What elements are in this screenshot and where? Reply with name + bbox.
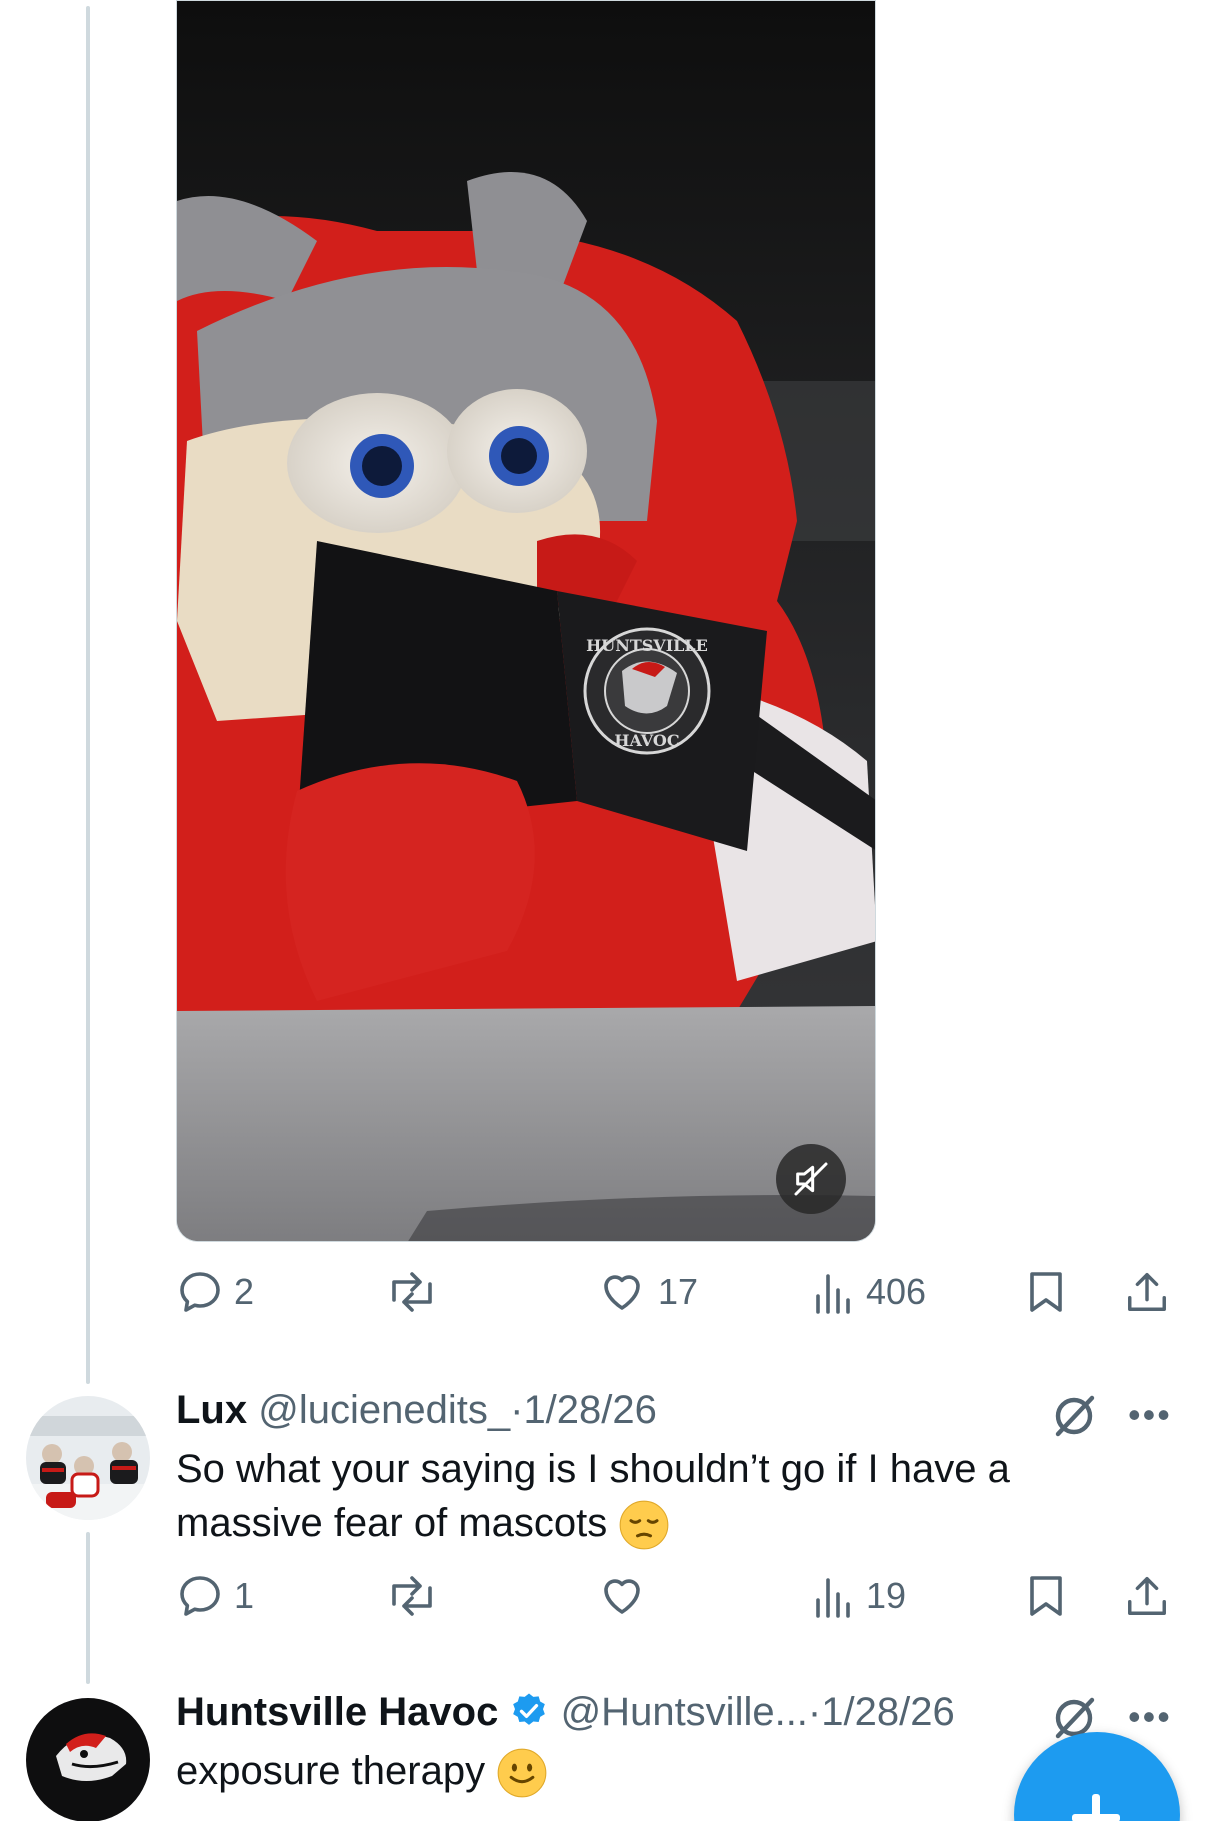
reply-1-handle[interactable]: @lucienedits_ bbox=[258, 1388, 510, 1432]
reply-1-text-line2: massive fear of mascots bbox=[176, 1501, 608, 1545]
mascot-video-frame: HUNTSVILLE HAVOC bbox=[177, 1, 875, 1241]
thread-line-middle bbox=[86, 1532, 90, 1684]
views-icon bbox=[816, 1274, 850, 1314]
havoc-logo-avatar bbox=[26, 1698, 150, 1821]
reply-1-like-action[interactable] bbox=[596, 1566, 648, 1626]
repost-icon bbox=[392, 1272, 432, 1312]
reply-1-actions: 1 19 bbox=[176, 1566, 1176, 1626]
reply-icon bbox=[180, 1576, 220, 1616]
thread-line-top bbox=[86, 6, 90, 1384]
reply-1-share-action[interactable] bbox=[1124, 1566, 1170, 1626]
reply-2-handle[interactable]: @Huntsville... bbox=[561, 1690, 808, 1734]
reply-2-text-content: exposure therapy bbox=[176, 1749, 486, 1793]
reply-1-reply-action[interactable]: 1 bbox=[176, 1566, 254, 1626]
book-logo-bottom: HAVOC bbox=[614, 731, 679, 750]
reply-1-date[interactable]: 1/28/26 bbox=[523, 1388, 656, 1432]
reply-1-reply-count: 1 bbox=[234, 1575, 255, 1616]
pensive-face-emoji bbox=[620, 1501, 669, 1550]
verified-badge-icon bbox=[513, 1693, 546, 1726]
reply-2-text: exposure therapy bbox=[176, 1744, 1076, 1799]
views-icon bbox=[816, 1578, 850, 1618]
bookmark-icon bbox=[1030, 1272, 1062, 1312]
reply-1-header: Lux @lucienedits_·1/28/26 bbox=[176, 1388, 657, 1433]
reply-icon bbox=[180, 1272, 220, 1312]
bookmark-icon bbox=[1030, 1576, 1062, 1616]
tweet-video[interactable]: HUNTSVILLE HAVOC bbox=[176, 0, 876, 1242]
mute-button[interactable] bbox=[776, 1144, 846, 1214]
views-action[interactable]: 406 bbox=[812, 1262, 926, 1322]
more-icon[interactable]: ••• bbox=[1128, 1696, 1172, 1738]
share-icon bbox=[1128, 1273, 1166, 1311]
share-action[interactable] bbox=[1124, 1262, 1170, 1322]
repost-icon bbox=[392, 1576, 432, 1616]
bookmark-action[interactable] bbox=[1024, 1262, 1068, 1322]
views-count: 406 bbox=[866, 1271, 927, 1312]
reply-1-text-line1: So what your saying is I shouldn’t go if… bbox=[176, 1447, 1010, 1491]
slightly-smiling-face-emoji bbox=[497, 1749, 547, 1798]
reply-2-date[interactable]: 1/28/26 bbox=[821, 1690, 954, 1734]
repost-action[interactable] bbox=[384, 1262, 440, 1322]
reply-1-text-line2-wrap: massive fear of mascots bbox=[176, 1496, 1076, 1551]
share-icon bbox=[1128, 1577, 1166, 1615]
main-tweet-actions: 2 17 406 bbox=[176, 1262, 1176, 1322]
reply-1-repost-action[interactable] bbox=[384, 1566, 440, 1626]
reply-2-display-name[interactable]: Huntsville Havoc bbox=[176, 1690, 498, 1734]
reply-1-text: So what your saying is I shouldn’t go if… bbox=[176, 1442, 1076, 1551]
reply-1-views-action[interactable]: 19 bbox=[812, 1566, 906, 1626]
more-icon[interactable]: ••• bbox=[1128, 1394, 1172, 1436]
reply-1-views-count: 19 bbox=[866, 1575, 907, 1616]
like-icon bbox=[604, 1579, 640, 1614]
book-logo-top: HUNTSVILLE bbox=[586, 636, 708, 655]
mute-icon bbox=[794, 1162, 828, 1196]
grok-icon[interactable] bbox=[1050, 1392, 1098, 1440]
like-count: 17 bbox=[658, 1271, 699, 1312]
avatar-image bbox=[26, 1396, 150, 1520]
like-icon bbox=[604, 1275, 640, 1310]
reply-1-display-name[interactable]: Lux bbox=[176, 1388, 247, 1432]
avatar-huntsville-havoc[interactable] bbox=[26, 1698, 150, 1821]
reply-2-header: Huntsville Havoc @Huntsville...·1/28/26 bbox=[176, 1690, 955, 1735]
avatar-lux[interactable] bbox=[26, 1396, 150, 1520]
reply-1-bookmark-action[interactable] bbox=[1024, 1566, 1068, 1626]
reply-2-separator: · bbox=[807, 1690, 822, 1734]
like-action[interactable]: 17 bbox=[596, 1262, 698, 1322]
reply-count: 2 bbox=[234, 1271, 255, 1312]
reply-action[interactable]: 2 bbox=[176, 1262, 254, 1322]
reply-1-separator: · bbox=[510, 1388, 524, 1432]
